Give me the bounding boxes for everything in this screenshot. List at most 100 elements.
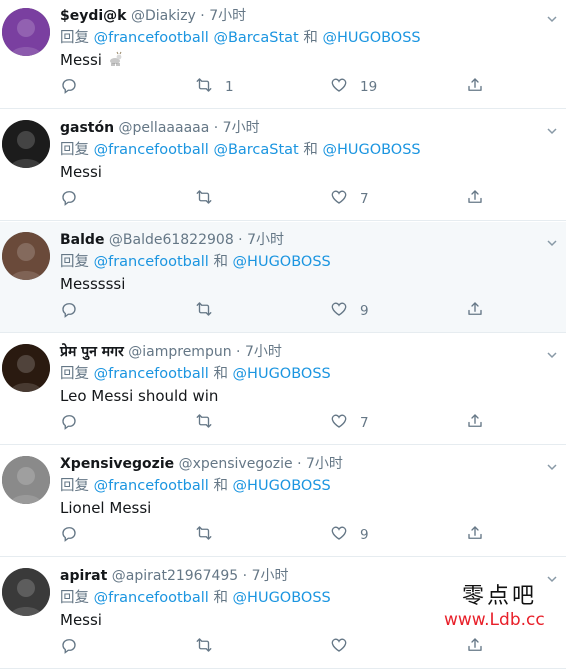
timestamp[interactable]: 7小时 [252,568,289,584]
and-word: 和 [213,478,228,494]
avatar[interactable] [2,232,50,280]
tweet[interactable]: Balde @Balde61822908 · 7小时 回复 @francefoot… [0,222,566,333]
tweet-actions: 7 [60,188,530,210]
retweet-button[interactable] [195,524,225,546]
retweet-button[interactable] [195,636,225,658]
chevron-down-icon[interactable] [546,10,558,23]
tweet[interactable]: Xpensivegozie @xpensivegozie · 7小时 回复 @fr… [0,446,566,557]
user-handle[interactable]: @iamprempun [128,344,231,360]
mention-link[interactable]: @HUGOBOSS [233,254,331,270]
and-word: 和 [303,142,318,158]
user-handle[interactable]: @apirat21967495 [112,568,238,584]
display-name[interactable]: apirat [60,568,107,584]
mention-link[interactable]: @francefootball [94,142,209,158]
mention-link[interactable]: @HUGOBOSS [233,590,331,606]
retweet-button[interactable]: 1 [195,76,234,98]
retweet-button[interactable] [195,300,225,322]
separator-dot: · [231,344,245,360]
separator-dot: · [292,456,306,472]
timestamp[interactable]: 7小时 [223,120,260,136]
tweet[interactable]: gastón @pellaaaaaa · 7小时回复 @francefootba… [0,110,566,221]
reply-button[interactable] [60,188,78,210]
separator-dot: · [238,568,252,584]
tweet-text-content: Leo Messi should win [60,387,219,405]
like-button[interactable] [330,636,360,658]
reply-icon [60,188,78,210]
heart-icon [330,412,348,434]
avatar[interactable] [2,120,50,168]
reply-prefix: 回复 [60,142,89,158]
mention-link[interactable]: @francefootball [94,366,209,382]
tweet[interactable]: $eydi@k @Diakizy · 7小时 回复 @francefootball… [0,0,566,109]
timestamp[interactable]: 7小时 [209,8,246,24]
retweet-icon [195,412,213,434]
user-handle[interactable]: @xpensivegozie [179,456,293,472]
mention-link[interactable]: @HUGOBOSS [233,478,331,494]
retweet-icon [195,524,213,546]
share-button[interactable] [466,188,484,210]
user-handle[interactable]: @Balde61822908 [109,232,234,248]
chevron-down-icon[interactable] [546,570,558,583]
mention-link[interactable]: @BarcaStat [213,30,298,46]
user-handle[interactable]: @pellaaaaaa [119,120,210,136]
reply-prefix: 回复 [60,366,89,382]
like-button[interactable]: 19 [330,76,377,98]
reply-button[interactable] [60,524,78,546]
mention-link[interactable]: @HUGOBOSS [233,366,331,382]
tweet-text-content: Messsssi [60,275,126,293]
mention-link[interactable]: @francefootball [94,478,209,494]
reply-button[interactable] [60,300,78,322]
share-button[interactable] [466,636,484,658]
like-button[interactable]: 7 [330,412,369,434]
reply-button[interactable] [60,76,78,98]
user-handle[interactable]: @Diakizy [131,8,196,24]
chevron-down-icon[interactable] [546,234,558,247]
separator-dot: · [195,8,210,24]
retweet-icon [195,188,213,210]
share-button[interactable] [466,412,484,434]
display-name[interactable]: Balde [60,232,104,248]
chevron-down-icon[interactable] [546,122,558,135]
timestamp[interactable]: 7小时 [306,456,343,472]
display-name[interactable]: gastón [60,120,114,136]
retweet-icon [195,76,213,98]
retweet-button[interactable] [195,188,225,210]
tweet-actions: 9 [60,300,530,322]
retweet-button[interactable] [195,412,225,434]
tweet[interactable]: प्रेम पुन मगर @iamprempun · 7小时回复 @franc… [0,334,566,445]
chevron-down-icon[interactable] [546,458,558,471]
share-button[interactable] [466,524,484,546]
reply-button[interactable] [60,412,78,434]
avatar[interactable] [2,568,50,616]
mention-link[interactable]: @francefootball [94,590,209,606]
share-button[interactable] [466,76,484,98]
mention-link[interactable]: @francefootball [94,30,209,46]
like-button[interactable]: 9 [330,524,369,546]
heart-icon [330,188,348,210]
like-button[interactable]: 7 [330,188,369,210]
separator-dot: · [209,120,223,136]
avatar[interactable] [2,344,50,392]
like-button[interactable]: 9 [330,300,369,322]
reply-icon [60,412,78,434]
chevron-down-icon[interactable] [546,346,558,359]
display-name[interactable]: प्रेम पुन मगर [60,344,124,360]
avatar[interactable] [2,456,50,504]
tweet-text-content: Lionel Messi [60,499,152,517]
tweet-text-content: Messi [60,611,102,629]
like-count: 7 [360,415,369,431]
reply-button[interactable] [60,636,78,658]
mention-link[interactable]: @HUGOBOSS [322,30,420,46]
mention-link[interactable]: @HUGOBOSS [322,142,420,158]
tweet-text-content: Messi [60,163,102,181]
mention-link[interactable]: @francefootball [94,254,209,270]
replying-to: 回复 @francefootball 和 @HUGOBOSS [60,364,331,384]
timestamp[interactable]: 7小时 [247,232,284,248]
avatar[interactable] [2,8,50,56]
mention-link[interactable]: @BarcaStat [213,142,298,158]
display-name[interactable]: Xpensivegozie [60,456,174,472]
display-name[interactable]: $eydi@k [60,8,127,24]
share-icon [466,76,484,98]
share-button[interactable] [466,300,484,322]
timestamp[interactable]: 7小时 [245,344,282,360]
